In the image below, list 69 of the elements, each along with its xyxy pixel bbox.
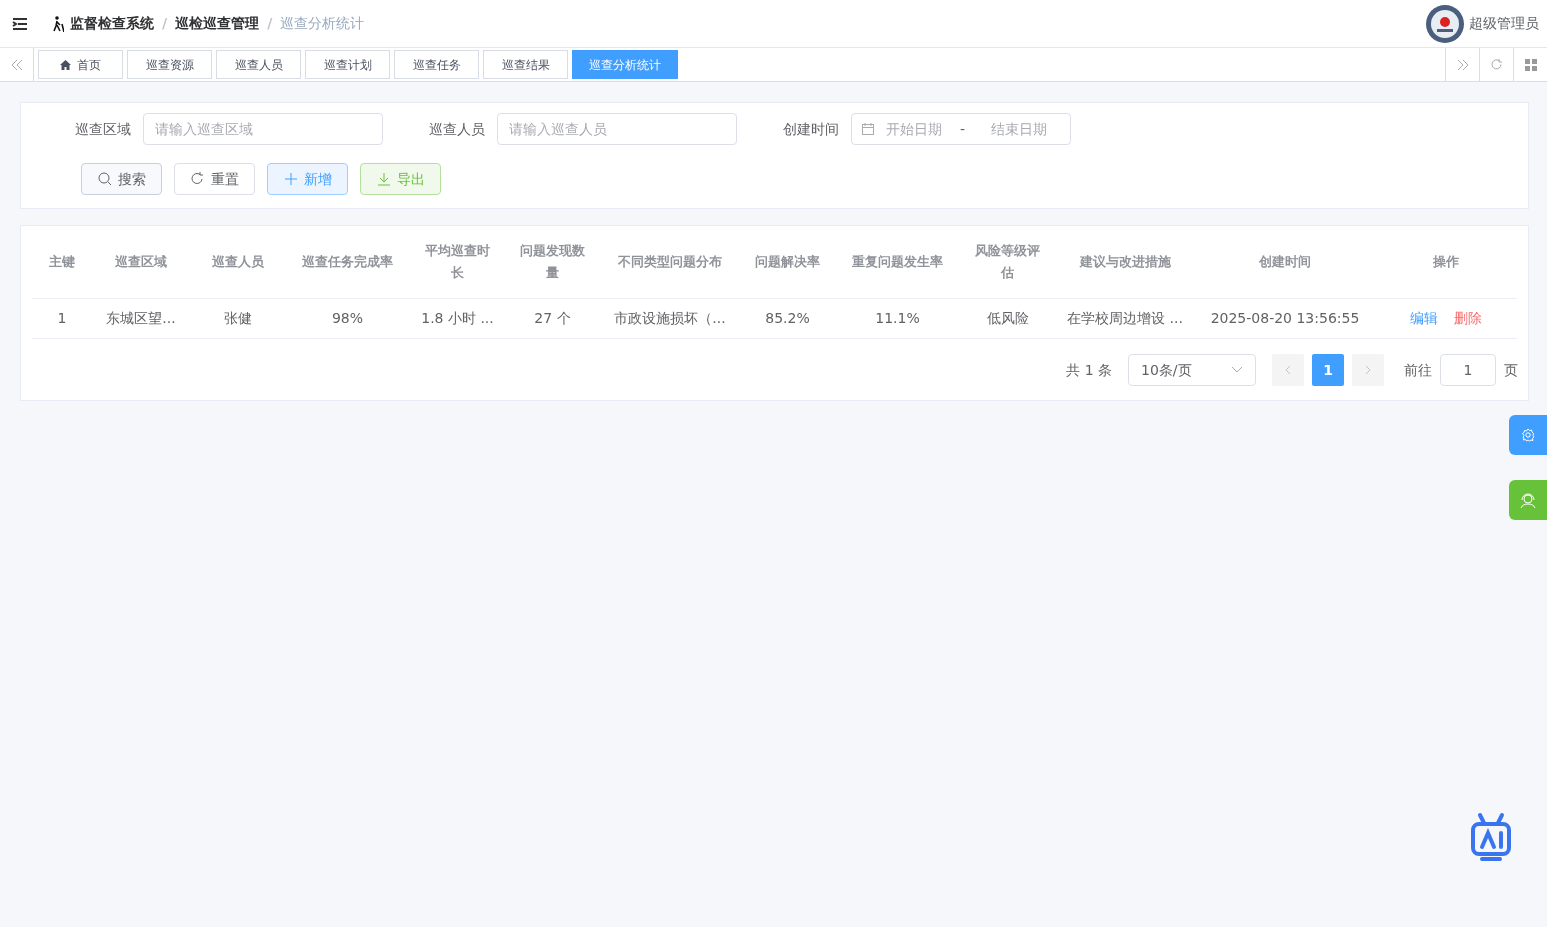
column-header: 建议与改进措施 [1078,253,1172,271]
chevron-right-icon [1365,365,1371,375]
field-label: 创建时间 [782,119,839,139]
scroll-right-icon[interactable] [1456,58,1469,71]
breadcrumb-separator: / [267,14,273,33]
total-count: 共 1 条 [1066,360,1112,380]
ai-assistant-icon[interactable] [1470,812,1512,862]
page-suffix: 页 [1504,360,1518,380]
user-name[interactable]: 超级管理员 [1469,13,1539,34]
column-header: 主键 [48,253,76,271]
home-icon [60,59,71,70]
table-cell: 在学校周边增设 ... [1055,298,1195,339]
page-size-select[interactable]: 10条/页 [1128,354,1256,386]
grid-icon[interactable] [1524,58,1537,71]
search-button[interactable]: 搜索 [81,163,162,195]
menu-icon[interactable] [12,16,28,31]
tab[interactable]: 巡查任务 [394,50,479,79]
column-header: 创建时间 [1258,253,1312,271]
scroll-left-icon[interactable] [10,58,23,71]
page-input[interactable]: 1 [1440,354,1496,386]
table-cell: 98% [285,298,410,339]
field-label: 巡查区域 [74,119,131,139]
table-cell: 市政设施损坏（... [600,298,740,339]
emblem-icon [1425,3,1465,44]
column-header: 风险等级评估 [974,242,1041,282]
column-header: 重复问题发生率 [851,253,944,271]
column-header: 平均巡查时长 [424,242,491,282]
breadcrumb-item[interactable]: 监督检查系统 [70,13,154,34]
settings-icon[interactable] [1521,428,1535,442]
tab[interactable]: 首页 [38,50,123,79]
column-header: 操作 [1432,253,1460,271]
breadcrumb-item: 巡查分析统计 [280,14,365,33]
download-icon [376,172,391,186]
calendar-icon [862,123,874,135]
field-label: 巡查人员 [428,119,485,139]
refresh-icon [190,172,205,186]
table-cell: 低风险 [960,298,1055,339]
table-cell: 东城区望... [92,298,190,339]
table-cell: 张健 [190,298,285,339]
table-cell: 85.2% [740,298,835,339]
breadcrumb-separator: / [162,14,168,33]
table-cell: 1 [32,298,92,339]
goto-label: 前往 [1404,360,1432,380]
range-separator: - [960,119,966,139]
refresh-icon[interactable] [1490,58,1503,71]
tab[interactable]: 巡查计划 [305,50,390,79]
chevron-down-icon [1231,366,1243,374]
support-agent-icon[interactable] [1519,491,1537,509]
table-cell: 1.8 小时 ... [410,298,505,339]
reset-button[interactable]: 重置 [174,163,255,195]
breadcrumb-item[interactable]: 巡检巡查管理 [175,13,260,34]
column-header: 不同类型问题分布 [617,253,723,271]
table-cell: 27 个 [505,298,600,339]
table-cell: 2025-08-20 13:56:55 [1195,298,1375,339]
tab[interactable]: 巡查人员 [216,50,301,79]
input-field[interactable]: 请输入巡查人员 [497,113,737,145]
chevron-left-icon [1285,365,1291,375]
search-icon [97,172,112,186]
column-header: 问题发现数量 [519,242,586,282]
tab[interactable]: 巡查资源 [127,50,212,79]
column-header: 巡查区域 [114,253,168,271]
plus-icon [283,172,298,186]
tab[interactable]: 巡查结果 [483,50,568,79]
table-cell: 11.1% [835,298,960,339]
column-header: 巡查人员 [210,253,265,271]
input-field[interactable]: 请输入巡查区域 [143,113,383,145]
column-header: 问题解决率 [754,253,821,271]
column-header: 巡查任务完成率 [301,253,394,271]
walking-person-icon [52,15,64,32]
